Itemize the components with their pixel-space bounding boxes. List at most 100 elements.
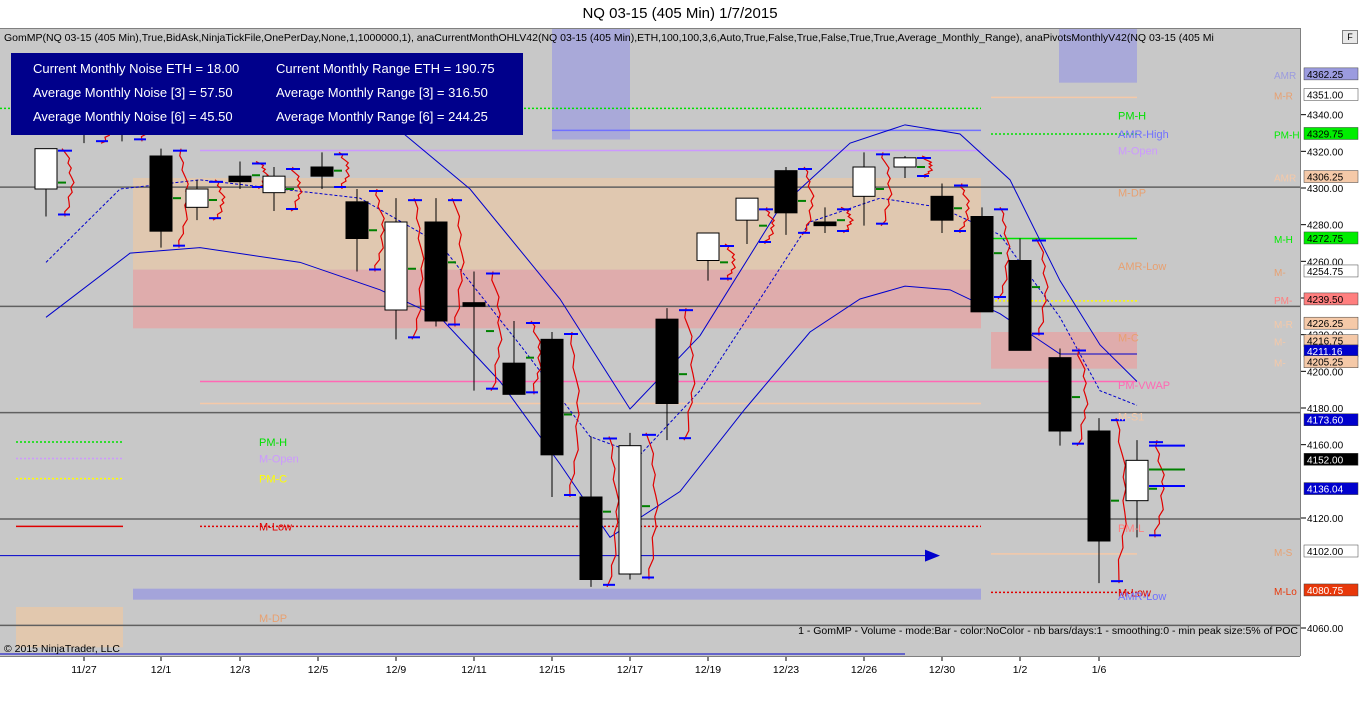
level-label: PM-VWAP [1118,380,1170,392]
price-marker-label: 4351.00 [1307,91,1344,102]
candle-body[interactable] [149,155,173,232]
price-marker-tag: M-R [1274,320,1293,331]
time-tick-label: 12/23 [773,664,799,676]
time-tick-label: 12/19 [695,664,721,676]
candle-body[interactable] [1048,357,1072,432]
noise-current: Current Monthly Noise ETH = 18.00 [33,61,240,76]
price-marker-tag: M-H [1274,235,1293,246]
price-marker-label: 4226.25 [1307,319,1344,330]
price-marker-label: 4205.25 [1307,358,1344,369]
candle-body[interactable] [735,197,759,221]
price-tick-label: 4160.00 [1307,441,1344,452]
price-marker-label: 4362.25 [1307,70,1344,81]
legend-label: M-DP [259,613,287,625]
gommp-settings-note: 1 - GomMP - Volume - mode:Bar - color:No… [798,625,1298,637]
time-tick-label: 12/15 [539,664,565,676]
price-axis[interactable]: 4340.004320.004300.004280.004260.004240.… [1300,28,1360,656]
price-tick-label: 4060.00 [1307,624,1344,635]
candle-body[interactable] [310,166,334,177]
time-tick-label: 12/5 [308,664,329,676]
price-marker-tag: M-R [1274,92,1293,103]
price-marker-label: 4329.75 [1307,129,1344,140]
level-label: M-Open [1118,146,1158,158]
candle-body[interactable] [852,166,876,197]
chart-title: NQ 03-15 (405 Min) 1/7/2015 [582,5,778,22]
price-marker-tag: M- [1274,338,1286,349]
candle-body[interactable] [1087,430,1111,542]
price-tick-label: 4320.00 [1307,147,1344,158]
time-tick-label: 1/2 [1013,664,1028,676]
candle-body[interactable] [424,221,448,322]
price-tick-label: 4180.00 [1307,404,1344,415]
level-label: M-S1 [1118,411,1144,423]
candle-body[interactable] [655,318,679,404]
price-tick-label: 4200.00 [1307,367,1344,378]
candle-body[interactable] [813,221,837,227]
level-label: AMR-High [1118,129,1169,141]
price-marker-tag: M- [1274,268,1286,279]
candle-body[interactable] [618,445,642,575]
level-label: AMR-Low [1118,261,1166,273]
time-tick-label: 12/17 [617,664,643,676]
price-marker-tag: M-Lo [1274,587,1297,598]
window-titlebar: NQ 03-15 (405 Min) 1/7/2015 [0,0,1360,28]
candle-body[interactable] [345,201,369,239]
candle-body[interactable] [502,362,526,395]
time-tick-label: 12/30 [929,664,955,676]
time-tick-label: 12/26 [851,664,877,676]
range-current: Current Monthly Range ETH = 190.75 [276,61,495,76]
level-label: AMR-Low [1118,591,1166,603]
range-avg6: Average Monthly Range [6] = 244.25 [276,109,488,124]
legend-label: PM-C [259,474,287,486]
candle-body[interactable] [579,496,603,580]
price-marker-label: 4272.75 [1307,234,1344,245]
level-label: M-DP [1118,188,1146,200]
price-tick-label: 4340.00 [1307,111,1344,122]
candle-body[interactable] [774,170,798,214]
amr-high-zone [552,29,630,140]
range-zone-lower [133,269,981,329]
legend-label: PM-H [259,437,287,449]
candle-body[interactable] [893,157,917,168]
legend-label: M-Open [259,454,299,466]
price-marker-label: 4152.00 [1307,455,1344,466]
amr-low-zone [133,588,981,600]
candle-body[interactable] [970,216,994,313]
candle-body[interactable] [540,338,564,456]
indicator-description: GomMP(NQ 03-15 (405 Min),True,BidAsk,Nin… [4,32,1214,44]
time-axis[interactable]: 11/27 12/1 12/3 12/5 12/9 12/11 12/15 12/17 12/1… [0,656,1300,703]
monthly-stats-panel: Current Monthly Noise ETH = 18.00 Averag… [11,53,523,135]
price-tick-label: 4280.00 [1307,221,1344,232]
level-label: PM-L [1118,523,1144,535]
price-tick-label: 4300.00 [1307,184,1344,195]
candle-body[interactable] [696,232,720,261]
price-marker-label: 4254.75 [1307,267,1344,278]
candle-body[interactable] [262,175,286,194]
legend-label: M-Low [259,521,292,533]
copyright: © 2015 NinjaTrader, LLC [4,643,120,655]
price-marker-tag: PM- [1274,296,1292,307]
level-label: M-C [1118,333,1139,345]
noise-avg6: Average Monthly Noise [6] = 45.50 [33,109,233,124]
time-tick-label: 12/3 [230,664,251,676]
candle-body[interactable] [1125,459,1149,502]
price-marker-tag: M-S [1274,548,1293,559]
candle-body[interactable] [1008,260,1032,351]
noise-avg3: Average Monthly Noise [3] = 57.50 [33,85,233,100]
candle-body[interactable] [34,148,58,190]
range-avg3: Average Monthly Range [3] = 316.50 [276,85,488,100]
price-marker-label: 4239.50 [1307,295,1344,306]
candle-body[interactable] [228,175,252,183]
panel-toggle-button[interactable]: F [1342,30,1358,44]
price-marker-tag: M- [1274,359,1286,370]
level-label: PM-H [1118,111,1146,123]
candle-body[interactable] [930,195,954,221]
price-marker-label: 4306.25 [1307,173,1344,184]
time-tick-label: 12/9 [386,664,407,676]
price-marker-tag: AMR [1274,174,1296,185]
candle-body[interactable] [462,302,486,307]
price-marker-tag: PM-H [1274,130,1300,141]
candle-body[interactable] [384,221,408,311]
candle-body[interactable] [185,188,209,208]
price-marker-label: 4102.00 [1307,547,1344,558]
